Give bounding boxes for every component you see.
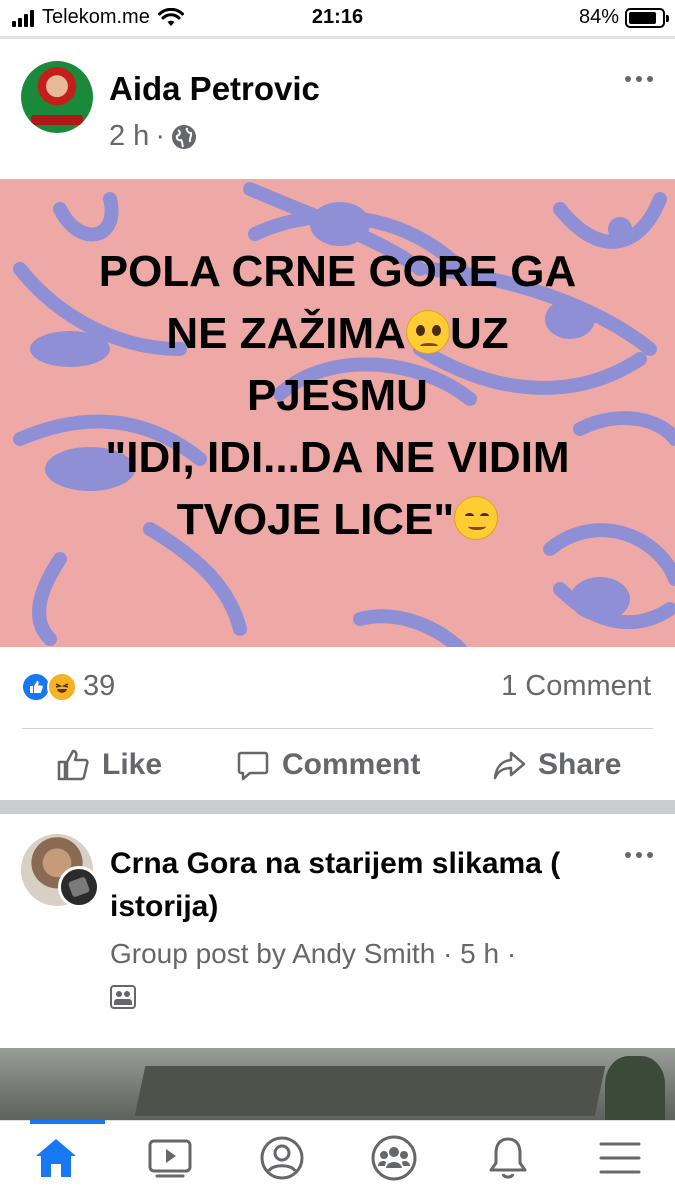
notifications-icon[interactable] [484, 1134, 532, 1182]
caption-line-3: PJESMU [247, 371, 428, 420]
caption-line-2b: UZ [449, 309, 509, 358]
comment-button[interactable]: Comment [236, 748, 420, 782]
caption-line-5-text: TVOJE LICE" [176, 495, 455, 544]
caption-line-2a: NE ZAŽIMA [166, 309, 406, 358]
group-post-meta: Group post by Andy Smith · 5 h · [110, 938, 517, 969]
image-caption: POLA CRNE GORE GA NE ZAŽIMA UZ PJESMU "ID… [30, 241, 645, 551]
feed-separator [0, 800, 675, 814]
active-tab-indicator [30, 1120, 105, 1124]
caption-line-1: POLA CRNE GORE GA [98, 247, 577, 296]
comment-label: Comment [282, 748, 421, 781]
watch-icon[interactable] [146, 1134, 194, 1182]
share-arrow-icon [493, 751, 526, 780]
comment-bubble-icon [237, 751, 269, 781]
reactions-divider [22, 728, 653, 729]
caption-line-2: NE ZAŽIMA UZ [30, 303, 645, 365]
caption-line-4: "IDI, IDI...DA NE VIDIM [105, 433, 570, 482]
battery-icon [625, 7, 669, 28]
reaction-count: 39 [83, 670, 116, 702]
globe-icon [172, 124, 196, 149]
battery-percent: 84% [578, 6, 619, 28]
thumbs-up-icon [57, 749, 89, 781]
post-image[interactable]: POLA CRNE GORE GA NE ZAŽIMA UZ PJESMU "ID… [0, 179, 675, 647]
post-meta: 2 h · [109, 120, 197, 153]
post-actions: Like Comment Share [0, 740, 675, 794]
top-divider [0, 36, 675, 39]
meta-separator: · [155, 120, 165, 152]
photo-roof-shape [134, 1066, 606, 1116]
share-label: Share [538, 748, 622, 781]
pleading-face-emoji [405, 310, 450, 354]
bottom-tab-bar [0, 1120, 675, 1200]
post2-options-button[interactable] [625, 852, 653, 858]
groups-icon[interactable] [370, 1134, 418, 1182]
status-bar: Telekom.me 21:16 84% [0, 0, 675, 36]
group-name[interactable]: Crna Gora na starijem slikama ( istorija… [110, 842, 610, 928]
smiling-face-emoji [454, 496, 499, 540]
group-icon [110, 985, 136, 1009]
like-label: Like [102, 748, 163, 781]
photo-tree-shape [605, 1056, 665, 1126]
haha-icon [47, 671, 77, 702]
author-name[interactable]: Aida Petrovic [109, 70, 320, 108]
status-right: 84% [578, 6, 669, 29]
post-time[interactable]: 2 h [109, 120, 149, 153]
author-badge-avatar[interactable] [58, 866, 100, 908]
caption-line-5: TVOJE LICE" [30, 489, 645, 551]
profile-icon[interactable] [258, 1134, 306, 1182]
share-button[interactable]: Share [492, 748, 621, 782]
comments-count-link[interactable]: 1 Comment [501, 670, 651, 703]
menu-icon[interactable] [596, 1134, 644, 1182]
post-options-button[interactable] [625, 76, 653, 82]
home-icon[interactable] [32, 1134, 80, 1182]
reactions-summary[interactable]: 39 [21, 670, 115, 703]
clock: 21:16 [311, 6, 364, 28]
like-button[interactable]: Like [56, 748, 162, 782]
author-avatar[interactable] [21, 61, 93, 133]
post2-image[interactable] [0, 1048, 675, 1128]
